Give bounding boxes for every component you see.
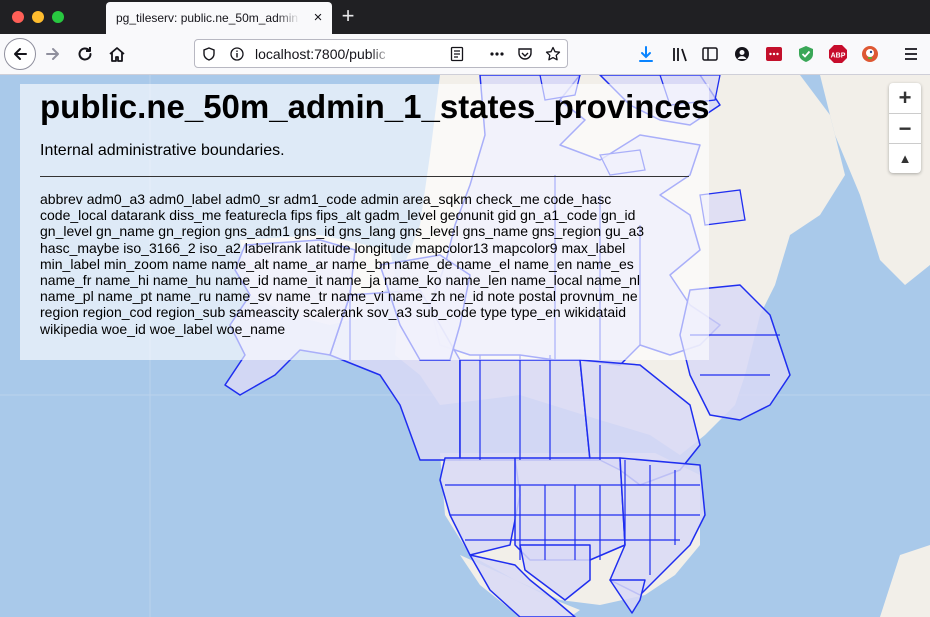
home-button[interactable] <box>101 38 133 70</box>
map-viewport[interactable]: public.ne_50m_admin_1_states_provinces I… <box>0 75 930 617</box>
privacy-badger-icon[interactable] <box>796 44 816 64</box>
info-divider <box>40 176 689 177</box>
url-text[interactable]: localhost:7800/public.ne_50m_admin_1_sta… <box>255 46 385 62</box>
menu-icon[interactable] <box>901 44 921 64</box>
reader-view-icon[interactable] <box>449 46 465 62</box>
layer-title: public.ne_50m_admin_1_states_provinces <box>40 88 710 125</box>
tracking-protection-icon[interactable] <box>201 46 217 62</box>
url-fade <box>370 43 392 65</box>
tab-title: pg_tileserv: public.ne_50m_admin_1_state… <box>116 11 298 25</box>
bookmark-star-icon[interactable] <box>545 46 561 62</box>
adblock-plus-icon[interactable]: ABP <box>828 44 848 64</box>
compass-icon: ▲ <box>898 151 912 166</box>
site-info-icon[interactable] <box>229 46 245 62</box>
window-minimize-button[interactable] <box>32 11 44 23</box>
extension-red-icon[interactable] <box>764 44 784 64</box>
window-close-button[interactable] <box>12 11 24 23</box>
duckduckgo-icon[interactable] <box>860 44 880 64</box>
layer-info-panel: public.ne_50m_admin_1_states_provinces I… <box>20 84 709 360</box>
reload-button[interactable] <box>69 38 101 70</box>
reload-icon <box>78 47 92 61</box>
page-actions-icon[interactable] <box>489 46 505 62</box>
downloads-icon[interactable] <box>636 44 656 64</box>
layer-properties-list: abbrev adm0_a3 adm0_label adm0_sr adm1_c… <box>40 191 645 337</box>
svg-text:ABP: ABP <box>831 53 846 60</box>
back-arrow-icon <box>14 48 27 60</box>
feature-usa-east <box>609 457 706 596</box>
layer-description: Internal administrative boundaries. <box>40 142 285 159</box>
tab-title-fade <box>276 8 300 30</box>
forward-button[interactable] <box>37 38 69 70</box>
account-icon[interactable] <box>732 44 752 64</box>
tab-close-button[interactable]: × <box>309 9 327 27</box>
sidebar-icon[interactable] <box>700 44 720 64</box>
home-icon <box>109 47 125 62</box>
forward-arrow-icon <box>46 48 59 60</box>
west-europe-land <box>880 545 930 617</box>
library-icon[interactable] <box>670 44 690 64</box>
zoom-in-button[interactable]: + <box>889 83 921 113</box>
map-navigation-control: + − ▲ <box>889 83 921 173</box>
navigation-toolbar: localhost:7800/public.ne_50m_admin_1_sta… <box>0 34 930 75</box>
window-maximize-button[interactable] <box>52 11 64 23</box>
pocket-icon[interactable] <box>517 46 533 62</box>
back-button[interactable] <box>4 38 36 70</box>
new-tab-button[interactable]: + <box>336 4 360 28</box>
window-titlebar: pg_tileserv: public.ne_50m_admin_1_state… <box>0 0 930 34</box>
reset-north-button[interactable]: ▲ <box>889 143 921 174</box>
active-tab[interactable]: pg_tileserv: public.ne_50m_admin_1_state… <box>106 2 332 34</box>
url-bar[interactable]: localhost:7800/public.ne_50m_admin_1_sta… <box>194 39 568 68</box>
zoom-out-button[interactable]: − <box>889 113 921 144</box>
